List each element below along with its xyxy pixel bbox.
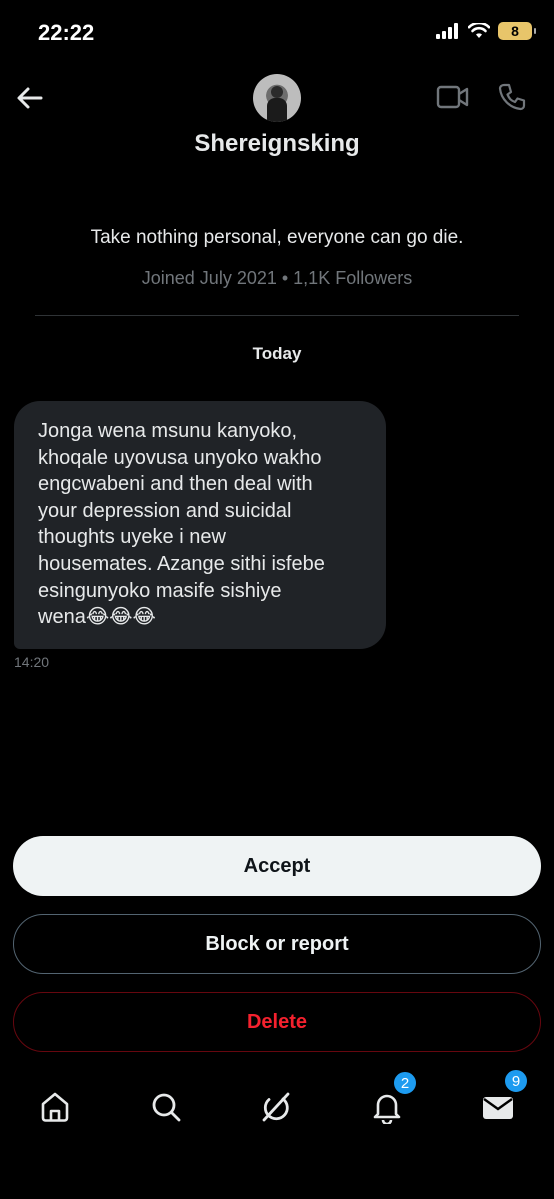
status-indicators: 8 xyxy=(436,22,536,40)
message-timestamp: 14:20 xyxy=(14,654,50,670)
accept-button[interactable]: Accept xyxy=(13,836,541,896)
bell-icon xyxy=(373,1094,401,1126)
delete-button[interactable]: Delete xyxy=(13,992,541,1052)
profile-bio: Take nothing personal, everyone can go d… xyxy=(90,227,464,248)
phone-icon[interactable] xyxy=(497,82,527,112)
notifications-badge: 2 xyxy=(392,1070,418,1096)
messages-tab[interactable]: 9 xyxy=(481,1068,529,1124)
bottom-nav: 2 9 xyxy=(0,1068,554,1160)
date-divider: Today xyxy=(252,344,302,363)
divider xyxy=(35,315,519,316)
grok-icon[interactable] xyxy=(259,1090,293,1124)
search-icon[interactable] xyxy=(149,1090,183,1124)
battery-indicator: 8 xyxy=(498,22,536,40)
notifications-tab[interactable]: 2 xyxy=(370,1070,418,1126)
wifi-icon xyxy=(468,23,490,38)
profile-meta: Joined July 2021 • 1,1K Followers xyxy=(141,268,413,288)
block-or-report-button[interactable]: Block or report xyxy=(13,914,541,974)
signal-icon xyxy=(436,23,458,39)
video-call-icon[interactable] xyxy=(436,84,470,110)
messages-badge: 9 xyxy=(503,1068,529,1094)
avatar[interactable] xyxy=(253,74,301,122)
avatar-head-shape xyxy=(271,86,283,98)
status-time: 22:22 xyxy=(38,20,95,45)
message-bubble[interactable]: Jonga wena msunu kanyoko, khoqale uyovus… xyxy=(14,401,386,649)
home-icon[interactable] xyxy=(38,1090,72,1124)
mail-icon xyxy=(483,1097,513,1119)
back-arrow-icon[interactable] xyxy=(14,82,46,114)
avatar-body-shape xyxy=(267,98,287,122)
username[interactable]: Shereignsking xyxy=(0,130,554,158)
